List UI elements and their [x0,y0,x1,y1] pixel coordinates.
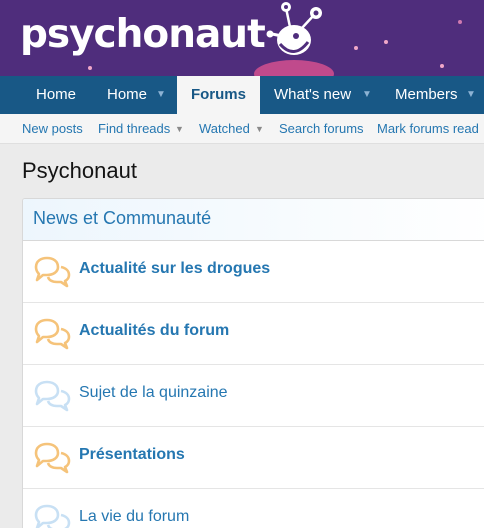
chat-bubbles-icon [34,318,71,350]
forum-row[interactable]: Actualités du forum [23,303,484,365]
forum-title[interactable]: Actualité sur les drogues [79,260,270,278]
forum-title[interactable]: Présentations [79,446,185,464]
chevron-down-icon[interactable]: ▼ [255,114,264,144]
subnav-new-posts[interactable]: New posts [22,114,83,144]
chevron-down-icon[interactable]: ▼ [466,76,476,114]
forum-row[interactable]: La vie du forum [23,489,484,528]
sub-nav: New posts Find threads ▼ Watched ▼ Searc… [0,114,484,144]
main-nav: Home Home ▼ Forums What's new ▼ Members … [0,76,484,114]
site-header: psychonaut [0,0,484,78]
chevron-down-icon[interactable]: ▼ [362,76,372,114]
subnav-watched[interactable]: Watched [199,114,250,144]
subnav-search-forums[interactable]: Search forums [279,114,364,144]
forum-row[interactable]: Présentations [23,427,484,489]
forum-category-block: News et Communauté Actualité sur les dro… [22,198,484,528]
forum-title[interactable]: Actualités du forum [79,322,229,340]
forum-title[interactable]: La vie du forum [79,508,189,526]
chevron-down-icon[interactable]: ▼ [175,114,184,144]
nav-tab-forums[interactable]: Forums [177,76,260,114]
forum-row[interactable]: Sujet de la quinzaine [23,365,484,427]
chat-bubbles-icon [34,504,71,528]
forum-title[interactable]: Sujet de la quinzaine [79,384,228,402]
nav-tab-home-menu[interactable]: Home [107,76,147,114]
chevron-down-icon[interactable]: ▼ [156,76,166,114]
category-header: News et Communauté [23,199,484,241]
subnav-mark-forums-read[interactable]: Mark forums read [377,114,479,144]
nav-tab-home[interactable]: Home [36,76,76,114]
forum-row[interactable]: Actualité sur les drogues [23,241,484,303]
chat-bubbles-icon [34,442,71,474]
chat-bubbles-icon [34,380,71,412]
category-title[interactable]: News et Communauté [33,208,211,229]
page-title: Psychonaut [22,158,137,183]
nav-tab-members[interactable]: Members [395,76,458,114]
mascot-logo-icon [254,2,334,78]
chat-bubbles-icon [34,256,71,288]
site-logo[interactable]: psychonaut [20,12,266,57]
nav-tab-whats-new[interactable]: What's new [274,76,351,114]
subnav-find-threads[interactable]: Find threads [98,114,170,144]
